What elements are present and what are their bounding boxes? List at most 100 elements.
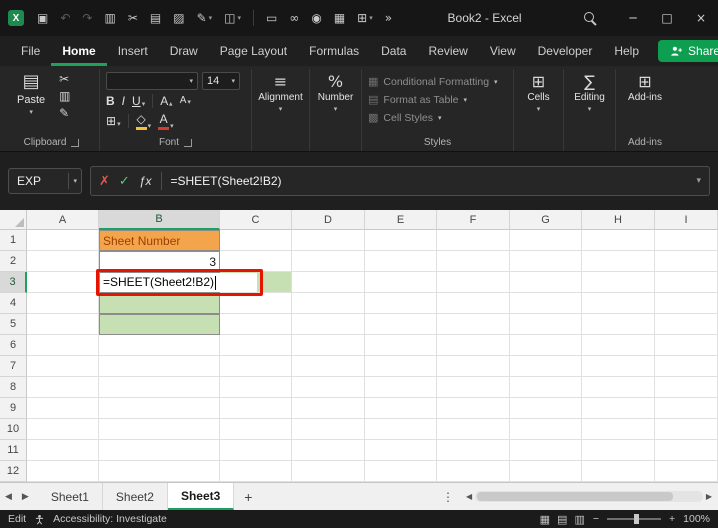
cell-e5[interactable] (365, 314, 437, 335)
cell-h4[interactable] (582, 293, 655, 314)
scroll-left-icon[interactable]: ◀ (466, 492, 472, 501)
undo-icon[interactable]: ↶ (55, 9, 75, 27)
cell-a2[interactable] (27, 251, 99, 272)
cell-a9[interactable] (27, 398, 99, 419)
cell-i3[interactable] (655, 272, 718, 293)
underline-button[interactable]: U ▾ (132, 94, 145, 108)
cell-c10[interactable] (220, 419, 292, 440)
cell-a11[interactable] (27, 440, 99, 461)
format-painter-icon[interactable]: ✎ ▾ (192, 9, 218, 27)
row-header-10[interactable]: 10 (0, 419, 27, 440)
name-box[interactable]: EXP ▾ (8, 168, 82, 194)
cell-b11[interactable] (99, 440, 220, 461)
cell-i6[interactable] (655, 335, 718, 356)
formula-input[interactable]: =SHEET(Sheet2!B2) (171, 174, 688, 188)
cell-e8[interactable] (365, 377, 437, 398)
tab-review[interactable]: Review (417, 36, 478, 66)
row-header-6[interactable]: 6 (0, 335, 27, 356)
cell-d5[interactable] (292, 314, 365, 335)
cell-f10[interactable] (437, 419, 510, 440)
font-size-select[interactable]: 14 ▾ (202, 71, 240, 90)
cell-g12[interactable] (510, 461, 582, 482)
overflow-icon[interactable]: » (380, 9, 397, 27)
confirm-entry-button[interactable]: ✓ (119, 174, 130, 189)
cell-i2[interactable] (655, 251, 718, 272)
cancel-entry-button[interactable]: ✗ (99, 174, 110, 189)
cell-a1[interactable] (27, 230, 99, 251)
cell-c12[interactable] (220, 461, 292, 482)
cell-e6[interactable] (365, 335, 437, 356)
camera-icon[interactable]: ◉ (306, 9, 326, 27)
cell-b4[interactable] (99, 293, 220, 314)
cell-i7[interactable] (655, 356, 718, 377)
cut-button[interactable]: ✂ (59, 73, 70, 86)
cell-b10[interactable] (99, 419, 220, 440)
accessibility-status[interactable]: Accessibility: Investigate (53, 513, 167, 525)
sheet-options-icon[interactable]: ⋮ (436, 483, 460, 510)
cell-c11[interactable] (220, 440, 292, 461)
cell-a8[interactable] (27, 377, 99, 398)
page-layout-icon[interactable]: ▤ (557, 513, 567, 526)
highlight-icon[interactable]: ◫ ▾ (219, 9, 246, 27)
tab-home[interactable]: Home (51, 36, 107, 66)
cut-icon[interactable]: ✂ (123, 9, 143, 27)
cell-a6[interactable] (27, 335, 99, 356)
cell-d6[interactable] (292, 335, 365, 356)
cell-c1[interactable] (220, 230, 292, 251)
cell-g5[interactable] (510, 314, 582, 335)
cell-i12[interactable] (655, 461, 718, 482)
row-header-5[interactable]: 5 (0, 314, 27, 335)
cell-i11[interactable] (655, 440, 718, 461)
cell-d8[interactable] (292, 377, 365, 398)
row-header-1[interactable]: 1 (0, 230, 27, 251)
number-button[interactable]: % Number ▾ (312, 69, 360, 113)
cell-f1[interactable] (437, 230, 510, 251)
tab-page-layout[interactable]: Page Layout (209, 36, 298, 66)
tab-developer[interactable]: Developer (527, 36, 604, 66)
cell-g11[interactable] (510, 440, 582, 461)
cell-i1[interactable] (655, 230, 718, 251)
row-header-12[interactable]: 12 (0, 461, 27, 482)
scrollbar-thumb[interactable] (477, 492, 673, 501)
cell-f2[interactable] (437, 251, 510, 272)
cell-i8[interactable] (655, 377, 718, 398)
cell-e3[interactable] (365, 272, 437, 293)
cell-h1[interactable] (582, 230, 655, 251)
cell-a3[interactable] (27, 272, 99, 293)
cell-a4[interactable] (27, 293, 99, 314)
cell-a12[interactable] (27, 461, 99, 482)
cell-c8[interactable] (220, 377, 292, 398)
cell-d2[interactable] (292, 251, 365, 272)
tab-help[interactable]: Help (603, 36, 650, 66)
row-header-11[interactable]: 11 (0, 440, 27, 461)
paste-button[interactable]: ▤ Paste ▾ (10, 69, 52, 119)
borders-icon[interactable]: ⊞ ▾ (352, 9, 378, 27)
cell-g6[interactable] (510, 335, 582, 356)
format-painter-button[interactable]: ✎ (59, 107, 70, 120)
cell-c4[interactable] (220, 293, 292, 314)
clipboard-launcher-icon[interactable] (71, 138, 80, 147)
copy-icon[interactable]: ▥ (99, 9, 120, 27)
cell-d3[interactable] (292, 272, 365, 293)
cell-c6[interactable] (220, 335, 292, 356)
cell-a10[interactable] (27, 419, 99, 440)
zoom-out-button[interactable]: − (593, 513, 599, 525)
cell-f9[interactable] (437, 398, 510, 419)
column-header-a[interactable]: A (27, 210, 99, 230)
conditional-formatting-button[interactable]: ▦ Conditional Formatting ▾ (368, 74, 498, 89)
tab-formulas[interactable]: Formulas (298, 36, 370, 66)
cell-h2[interactable] (582, 251, 655, 272)
new-sheet-button[interactable]: + (234, 483, 262, 510)
cell-e2[interactable] (365, 251, 437, 272)
row-header-2[interactable]: 2 (0, 251, 27, 272)
cell-d11[interactable] (292, 440, 365, 461)
sheet-nav-left-icon[interactable]: ◀ (0, 483, 17, 510)
cell-i9[interactable] (655, 398, 718, 419)
cell-g4[interactable] (510, 293, 582, 314)
cell-d9[interactable] (292, 398, 365, 419)
cell-c5[interactable] (220, 314, 292, 335)
cell-g1[interactable] (510, 230, 582, 251)
cell-g9[interactable] (510, 398, 582, 419)
column-header-f[interactable]: F (437, 210, 510, 230)
sheet-nav-right-icon[interactable]: ▶ (17, 483, 34, 510)
